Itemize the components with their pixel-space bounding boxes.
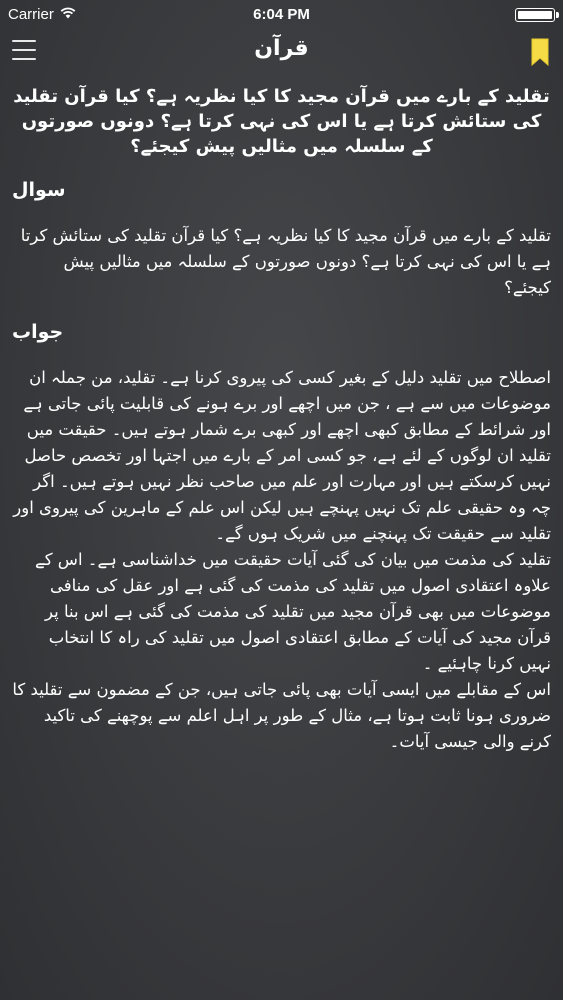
status-time: 6:04 PM: [253, 6, 310, 23]
question-heading: تقلید کے بارے میں قرآن مجید کا کیا نظریہ…: [13, 86, 550, 157]
bookmark-icon[interactable]: [531, 38, 549, 67]
answer-label: جواب: [12, 321, 64, 343]
article-content: تقلید کے بارے میں قرآن مجید کا کیا نظریہ…: [12, 84, 551, 775]
status-bar: Carrier 6:04 PM: [0, 0, 563, 30]
question-text: تقلید کے بارے میں قرآن مجید کا کیا نظریہ…: [20, 226, 551, 297]
battery-icon: [515, 8, 559, 22]
answer-paragraph: تقلید کی مذمت میں بیان کی گئی آیات حقیقت…: [35, 550, 551, 673]
navigation-bar: قرآن: [0, 30, 563, 76]
battery-fill: [518, 11, 552, 19]
answer-text: اصطلاح میں تقلید دلیل کے بغیر کسی کی پیر…: [12, 365, 551, 755]
answer-paragraph: اس کے مقابلے میں ایسی آیات بھی پائی جاتی…: [12, 680, 551, 751]
page-title: قرآن: [254, 36, 309, 61]
answer-paragraph: اصطلاح میں تقلید دلیل کے بغیر کسی کی پیر…: [13, 368, 551, 543]
question-label: سوال: [12, 179, 66, 201]
